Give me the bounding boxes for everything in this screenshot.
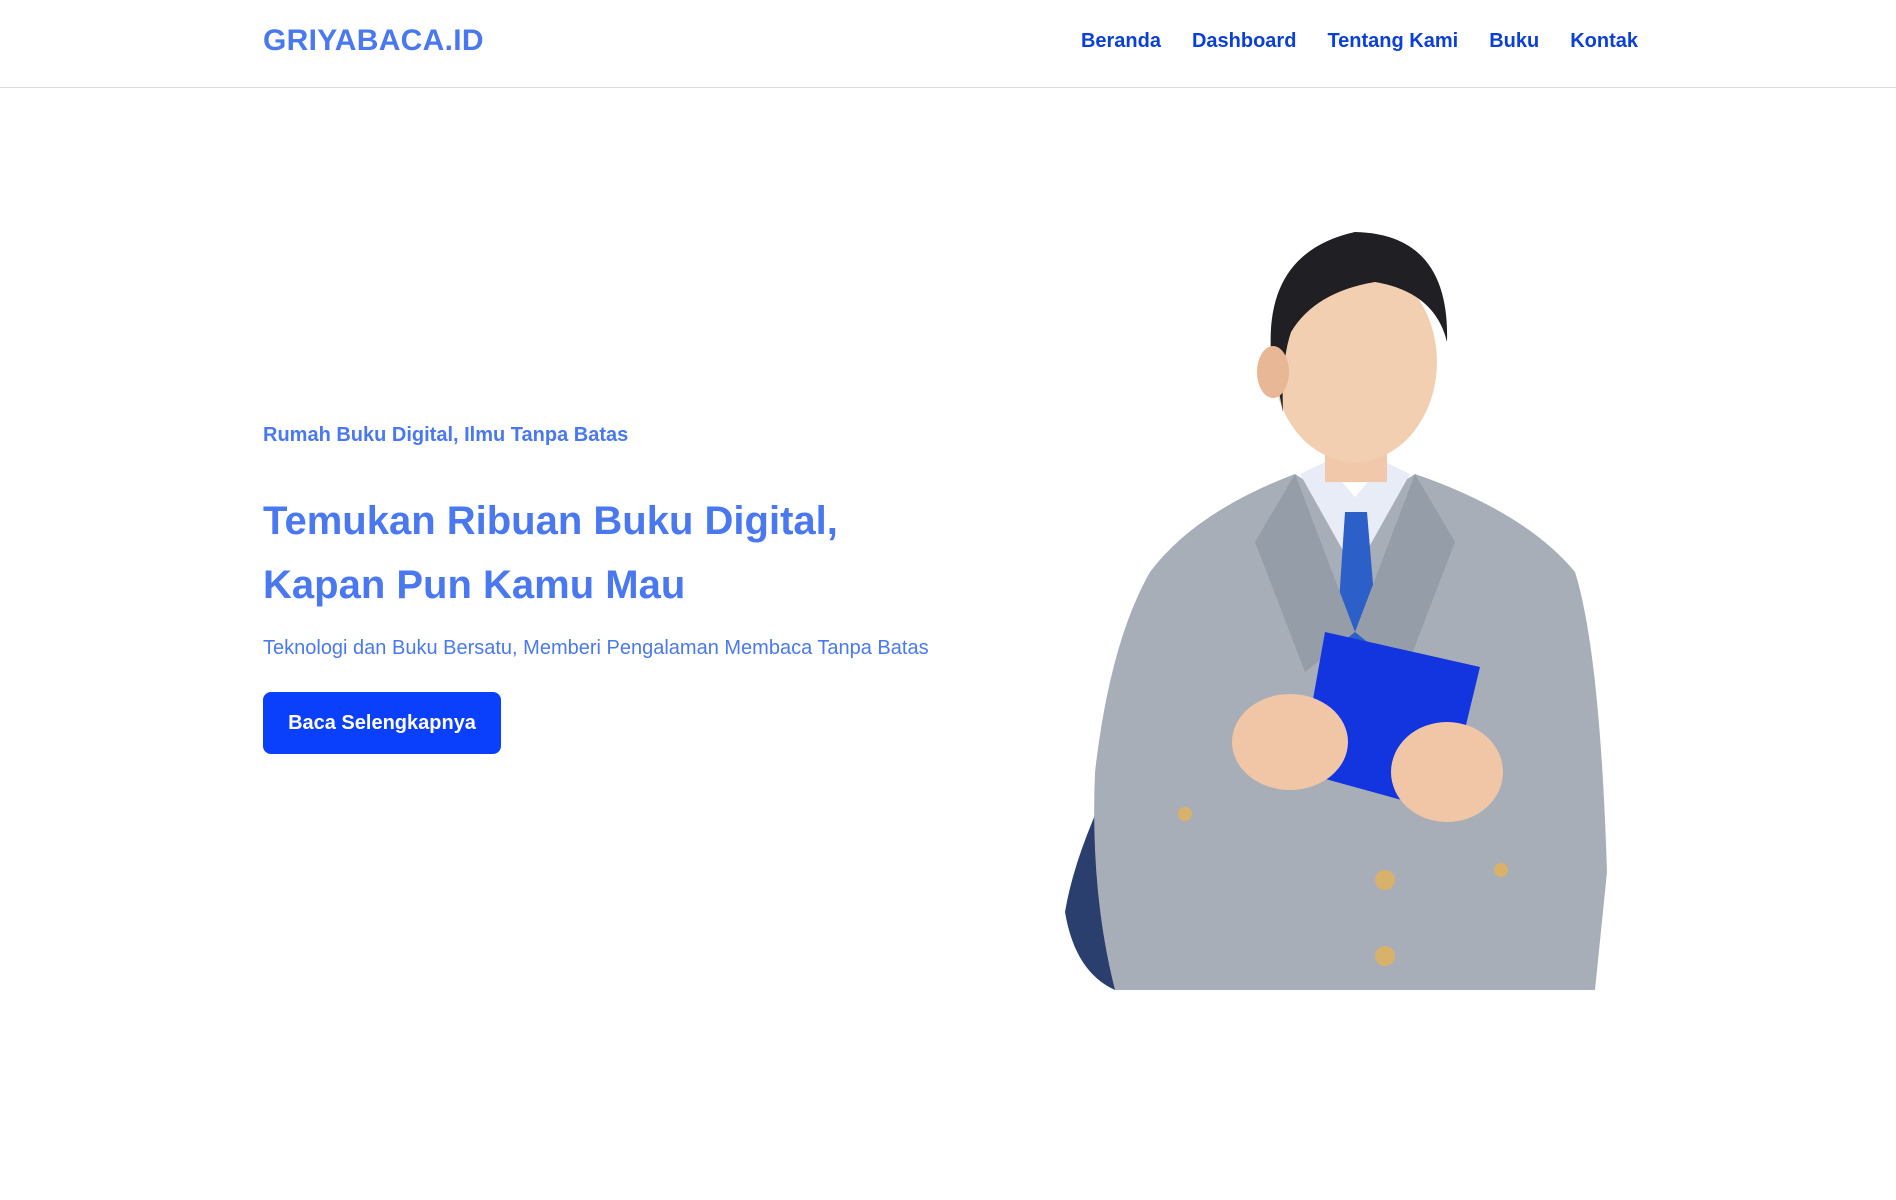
hero-headline-line1: Temukan Ribuan Buku Digital, [263,499,838,543]
top-navbar: GRIYABACA.ID Beranda Dashboard Tentang K… [0,0,1896,88]
right-hand [1391,722,1503,822]
read-more-button[interactable]: Baca Selengkapnya [263,692,501,754]
hero-headline-line2: Kapan Pun Kamu Mau [263,563,686,607]
hero-section: Rumah Buku Digital, Ilmu Tanpa Batas Tem… [263,424,1023,754]
sleeve-button [1178,807,1192,821]
hero-tagline: Rumah Buku Digital, Ilmu Tanpa Batas [263,424,629,446]
jacket-button [1375,946,1395,966]
main-nav: Beranda Dashboard Tentang Kami Buku Kont… [1081,30,1638,53]
brand-logo[interactable]: GRIYABACA.ID [263,24,484,58]
jacket-button [1375,870,1395,890]
nav-item-beranda[interactable]: Beranda [1081,30,1161,53]
hero-student-illustration [1065,232,1607,990]
nav-item-kontak[interactable]: Kontak [1570,30,1638,53]
nav-item-dashboard[interactable]: Dashboard [1192,30,1296,53]
nav-item-tentang-kami[interactable]: Tentang Kami [1327,30,1458,53]
hero-headline: Temukan Ribuan Buku Digital, Kapan Pun K… [263,489,1023,617]
nav-item-buku[interactable]: Buku [1489,30,1539,53]
sleeve-button [1494,863,1508,877]
left-hand [1232,694,1348,790]
hero-subtitle: Teknologi dan Buku Bersatu, Memberi Peng… [263,637,929,659]
ear-shape [1257,346,1289,398]
